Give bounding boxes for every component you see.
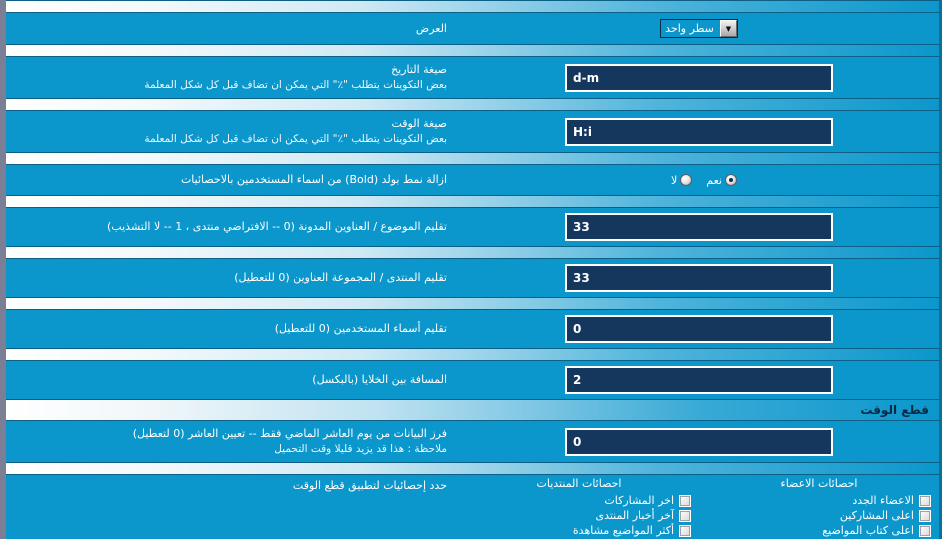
remove-bold-option-yes[interactable]: نعم <box>706 174 737 187</box>
remove-bold-control: نعم لا <box>459 174 939 187</box>
separator-3 <box>6 152 939 166</box>
timecut-stats-label-text: حدد إحصائيات لتطبيق قطع الوقت <box>292 479 447 493</box>
cell-spacing-label: المسافة بين الخلايا (بالبكسل) <box>6 372 459 388</box>
row-display: ▼ سطر واحد العرض <box>6 13 939 44</box>
row-trim-forum-titles: 33 تقليم المنتدى / المجموعة العناوين (0 … <box>6 259 939 298</box>
list-item[interactable]: أكثر المواضيع مشاهدة <box>467 523 691 538</box>
remove-bold-option-no-label: لا <box>671 173 678 187</box>
date-format-label-text: صيغة التاريخ <box>391 63 447 76</box>
timecut-days-label: فرز البيانات من يوم العاشر الماضي فقط --… <box>6 426 459 457</box>
date-format-hint: بعض التكوينات يتطلب "٪" التي يمكن ان تضا… <box>144 78 447 91</box>
list-item-label: اعلى كتاب المواضيع <box>822 524 914 538</box>
checkbox-column-members-header: احصائات الاعضاء <box>780 477 858 491</box>
section-header-timecut: قطع الوقت <box>6 399 939 422</box>
trim-usernames-control: 0 <box>459 315 939 344</box>
radio-no-icon[interactable] <box>680 174 693 187</box>
checkbox-icon[interactable] <box>679 524 691 537</box>
remove-bold-radio-group[interactable]: نعم لا <box>661 174 737 187</box>
remove-bold-option-yes-label: نعم <box>706 173 722 187</box>
trim-forum-titles-label-text: تقليم المنتدى / المجموعة العناوين (0 للت… <box>234 271 447 285</box>
separator-top <box>6 0 939 13</box>
time-format-label-text: صيغة الوقت <box>391 117 447 131</box>
trim-forum-titles-control: 33 <box>459 264 939 293</box>
checkbox-columns: احصائات الاعضاء الاعضاء الجدد اعلى المشا… <box>459 477 939 539</box>
trim-thread-titles-control: 33 <box>459 213 939 242</box>
cell-spacing-label-text: المسافة بين الخلايا (بالبكسل) <box>312 373 447 387</box>
timecut-days-input[interactable]: 0 <box>565 427 833 456</box>
list-item[interactable]: الاعضاء الجدد <box>707 493 931 508</box>
separator-1 <box>6 44 939 57</box>
trim-usernames-label-text: تقليم أسماء المستخدمين (0 للتعطيل) <box>274 322 447 336</box>
remove-bold-label-text: ازالة نمط بولد (Bold) من اسماء المستخدمي… <box>180 173 447 187</box>
settings-page: ▼ سطر واحد العرض d-m صيغة التاريخ بعض ال… <box>0 0 942 539</box>
separator-4 <box>6 195 939 209</box>
checkbox-icon[interactable] <box>679 494 691 507</box>
timecut-stats-area: احصائات الاعضاء الاعضاء الجدد اعلى المشا… <box>6 475 939 539</box>
checkbox-icon[interactable] <box>679 509 691 522</box>
trim-forum-titles-label: تقليم المنتدى / المجموعة العناوين (0 للت… <box>6 270 459 286</box>
trim-thread-titles-label-text: تقليم الموضوع / العناوين المدونة (0 -- ا… <box>107 220 447 234</box>
separator-8 <box>6 462 939 476</box>
remove-bold-option-no[interactable]: لا <box>671 173 693 187</box>
checkbox-column-members: احصائات الاعضاء الاعضاء الجدد اعلى المشا… <box>699 477 939 539</box>
display-select-value: سطر واحد <box>665 22 714 35</box>
row-trim-thread-titles: 33 تقليم الموضوع / العناوين المدونة (0 -… <box>6 208 939 247</box>
list-item[interactable]: اعلى كتاب المواضيع <box>707 523 931 538</box>
date-format-input[interactable]: d-m <box>565 63 833 92</box>
time-format-hint: بعض التكوينات يتطلب "٪" التي يمكن ان تضا… <box>144 133 447 146</box>
list-item-label: اعلى المشاركين <box>839 509 914 523</box>
remove-bold-label: ازالة نمط بولد (Bold) من اسماء المستخدمي… <box>6 172 459 188</box>
time-format-control: H:i <box>459 117 939 146</box>
separator-6 <box>6 297 939 311</box>
checkbox-icon[interactable] <box>919 524 931 537</box>
row-timecut-days: 0 فرز البيانات من يوم العاشر الماضي فقط … <box>6 421 939 463</box>
list-item-label: آخر أخبار المنتدى <box>595 509 674 523</box>
trim-usernames-label: تقليم أسماء المستخدمين (0 للتعطيل) <box>6 321 459 337</box>
list-item-label: اخر المشاركات <box>604 494 674 508</box>
list-item[interactable]: اخر المشاركات <box>467 493 691 508</box>
row-date-format: d-m صيغة التاريخ بعض التكوينات يتطلب "٪"… <box>6 57 939 99</box>
display-label-text: العرض <box>415 21 447 35</box>
checkbox-column-forums: احصائات المنتديات اخر المشاركات آخر أخبا… <box>459 477 699 539</box>
row-time-format: H:i صيغة الوقت بعض التكوينات يتطلب "٪" ا… <box>6 111 939 153</box>
timecut-days-control: 0 <box>459 427 939 456</box>
section-header-timecut-title: قطع الوقت <box>860 403 929 418</box>
cell-spacing-input[interactable]: 2 <box>565 366 833 395</box>
row-remove-bold: نعم لا ازالة نمط بولد (Bold) من اسماء ال… <box>6 165 939 196</box>
display-control: ▼ سطر واحد <box>459 19 939 38</box>
timecut-days-label-text: فرز البيانات من يوم العاشر الماضي فقط --… <box>132 427 447 441</box>
row-trim-usernames: 0 تقليم أسماء المستخدمين (0 للتعطيل) <box>6 310 939 349</box>
timecut-days-hint: ملاحظة : هذا قد يزيد قليلا وقت التحميل <box>274 443 447 456</box>
separator-7 <box>6 348 939 362</box>
checkbox-icon[interactable] <box>919 509 931 522</box>
separator-5 <box>6 246 939 260</box>
list-item[interactable]: اعلى المشاركين <box>707 508 931 523</box>
display-select[interactable]: ▼ سطر واحد <box>660 19 738 38</box>
checkbox-column-forums-header: احصائات المنتديات <box>536 477 622 491</box>
list-item-label: الاعضاء الجدد <box>852 494 914 508</box>
row-cell-spacing: 2 المسافة بين الخلايا (بالبكسل) <box>6 361 939 400</box>
date-format-label: صيغة التاريخ بعض التكوينات يتطلب "٪" الت… <box>6 62 459 93</box>
trim-thread-titles-input[interactable]: 33 <box>565 213 833 242</box>
date-format-control: d-m <box>459 63 939 92</box>
separator-2 <box>6 98 939 112</box>
trim-usernames-input[interactable]: 0 <box>565 315 833 344</box>
display-label: العرض <box>6 21 459 37</box>
list-item[interactable]: آخر أخبار المنتدى <box>467 508 691 523</box>
timecut-stats-label: حدد إحصائيات لتطبيق قطع الوقت <box>6 477 459 539</box>
time-format-label: صيغة الوقت بعض التكوينات يتطلب "٪" التي … <box>6 116 459 147</box>
trim-thread-titles-label: تقليم الموضوع / العناوين المدونة (0 -- ا… <box>6 219 459 235</box>
trim-forum-titles-input[interactable]: 33 <box>565 264 833 293</box>
checkbox-icon[interactable] <box>919 494 931 507</box>
chevron-down-icon[interactable]: ▼ <box>719 20 737 37</box>
time-format-input[interactable]: H:i <box>565 117 833 146</box>
radio-yes-icon[interactable] <box>725 174 737 187</box>
cell-spacing-control: 2 <box>459 366 939 395</box>
list-item-label: أكثر المواضيع مشاهدة <box>572 524 674 538</box>
